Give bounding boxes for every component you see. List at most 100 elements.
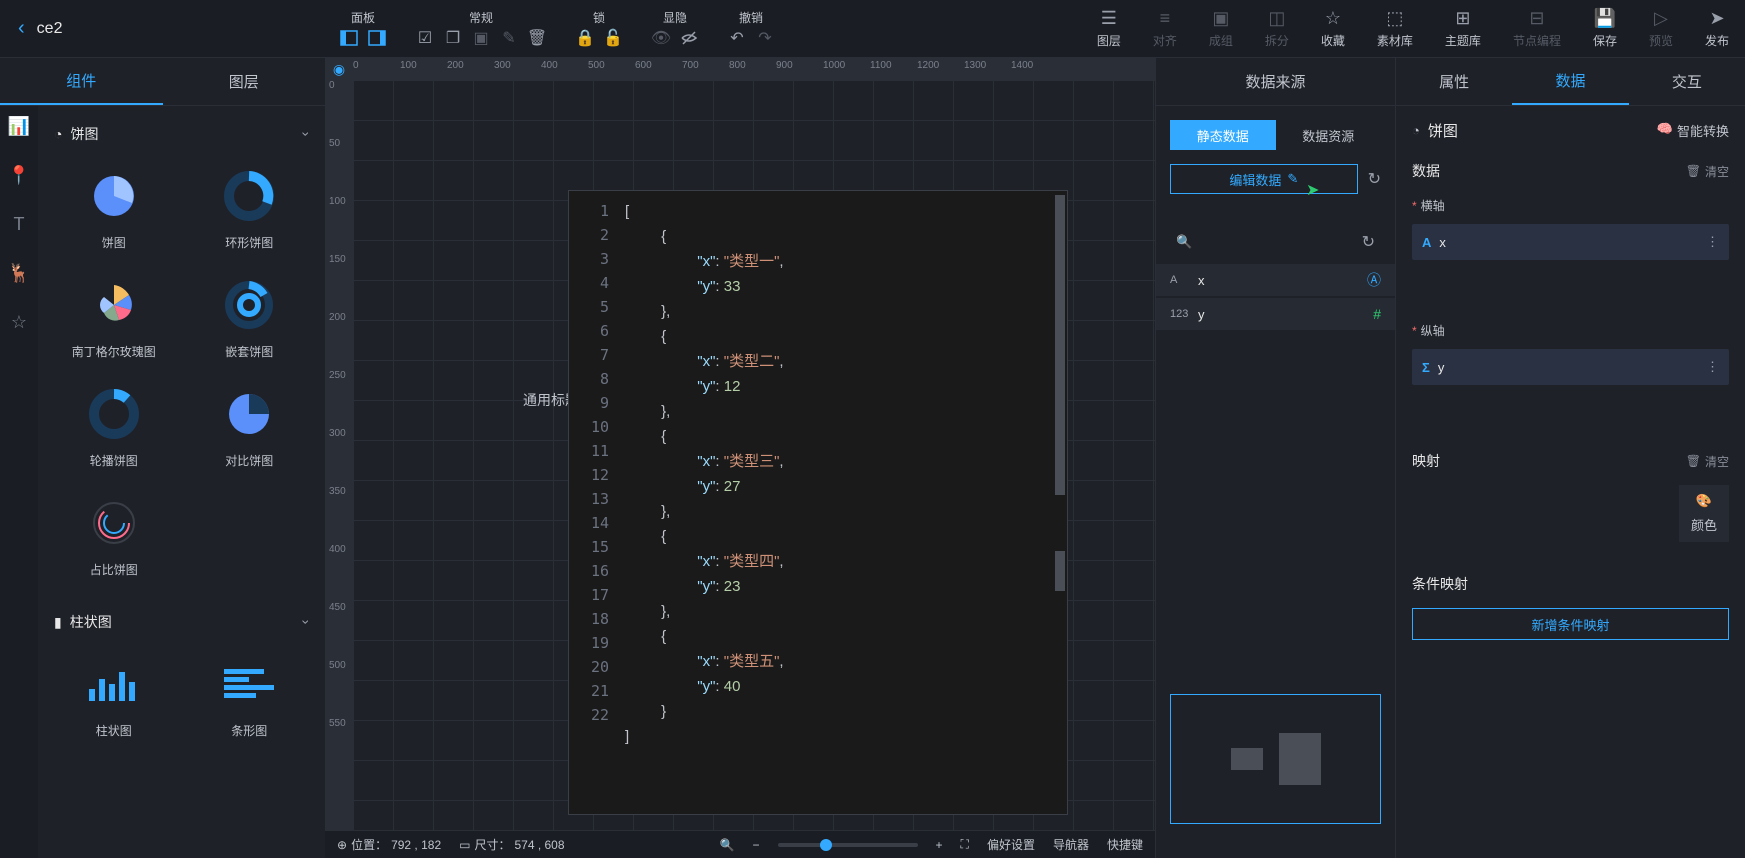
split-button[interactable]: ◫拆分 [1249,0,1305,57]
tab-data[interactable]: 数据 [1512,58,1628,105]
field-x[interactable]: A x Ⓐ [1156,264,1395,296]
save-button[interactable]: 💾保存 [1577,0,1633,57]
smart-convert-button[interactable]: 🧠智能转换 [1657,121,1729,140]
comp-bar[interactable]: 柱状图 [50,646,178,747]
pie-icon: ◔ [1412,123,1420,138]
pie-section-icon: ◔ [54,126,62,142]
unlock-icon[interactable]: 🔓 [603,28,623,48]
delete-icon[interactable]: 🗑 [527,28,547,48]
lock-icon[interactable]: 🔒 [575,28,595,48]
star-icon: ☆ [1323,8,1343,28]
ruler-horizontal: 0100200300400500600700800900100011001200… [353,58,1155,80]
check-icon[interactable]: ☑ [415,28,435,48]
group-icon: ▣ [1211,8,1231,28]
static-data-button[interactable]: 静态数据 [1170,120,1276,150]
comp-pie[interactable]: 饼图 [50,158,178,259]
panel-title: 饼图 [1428,120,1649,141]
comp-ratio[interactable]: 占比饼图 [50,485,178,586]
paste-icon[interactable]: ▣ [471,28,491,48]
zoom-slider[interactable] [778,843,918,847]
materials-button[interactable]: ⬚素材库 [1361,0,1429,57]
field-type-number-icon: 123 [1170,308,1190,320]
field-menu-icon[interactable]: ⋮ [1706,234,1719,250]
tab-attributes[interactable]: 属性 [1396,58,1512,105]
thumbnail-preview[interactable] [1170,694,1381,824]
zoom-minus[interactable]: − [753,838,760,852]
tab-components[interactable]: 组件 [0,58,163,105]
align-icon: ≡ [1155,8,1175,28]
section-bar-header[interactable]: ▮ 柱状图 › [46,606,317,638]
nav-map-icon[interactable]: 📍 [8,165,30,186]
layers-button[interactable]: ☰图层 [1081,0,1137,57]
preview-button[interactable]: ▷预览 [1633,0,1689,57]
add-cond-mapping-button[interactable]: 新增条件映射 [1412,608,1729,640]
size-readout: ▭尺寸：574 , 608 [459,836,564,853]
code-content[interactable]: [ { "x": "类型一", "y": 33 }, { "x": "类型二",… [617,191,1067,814]
node-button[interactable]: ⊟节点编程 [1497,0,1577,57]
field-type-string-icon: A [1170,274,1190,286]
string-type-icon: A [1422,235,1431,250]
scrollbar-thumb[interactable] [1055,195,1065,495]
vaxis-dropzone[interactable] [1412,389,1729,425]
mapping-label: 映射 [1412,451,1686,471]
clear-mapping-button[interactable]: 🗑清空 [1686,453,1729,470]
zoom-fit-icon[interactable]: ⛶ [961,837,969,852]
panel-right-icon[interactable] [367,28,387,48]
themes-button[interactable]: ⊞主题库 [1429,0,1497,57]
tab-interact[interactable]: 交互 [1629,58,1745,105]
group-button[interactable]: ▣成组 [1193,0,1249,57]
tab-layers[interactable]: 图层 [163,58,326,105]
comp-strip[interactable]: 条形图 [186,646,314,747]
data-resource-button[interactable]: 数据资源 [1276,120,1382,150]
haxis-dropzone[interactable] [1412,264,1729,300]
nav-deer-icon[interactable]: 🦌 [8,263,30,284]
palette-icon: 🎨 [1696,493,1712,509]
nav-chart-icon[interactable]: 📊 [8,116,30,137]
clear-data-button[interactable]: 🗑清空 [1686,163,1729,180]
shortcut-button[interactable]: 快捷键 [1107,836,1143,853]
publish-button[interactable]: ➤发布 [1689,0,1745,57]
scrollbar-thumb-2[interactable] [1055,551,1065,591]
nav-text-icon[interactable]: T [14,214,25,235]
field-y[interactable]: 123 y # [1156,298,1395,330]
color-mapping-button[interactable]: 🎨 颜色 [1679,485,1729,542]
vaxis-label: *纵轴 [1396,312,1745,345]
copy-icon[interactable]: ❐ [443,28,463,48]
comp-nested[interactable]: 嵌套饼图 [186,267,314,368]
code-gutter: 12345678910111213141516171819202122 [569,191,617,814]
search-icon[interactable]: 🔍 [1176,234,1192,250]
field-menu-icon[interactable]: ⋮ [1706,359,1719,375]
vaxis-field[interactable]: Σ y ⋮ [1412,349,1729,385]
comp-donut[interactable]: 环形饼图 [186,158,314,259]
comp-carousel[interactable]: 轮播饼图 [50,376,178,477]
pref-button[interactable]: 偏好设置 [987,836,1035,853]
node-icon: ⊟ [1527,8,1547,28]
align-button[interactable]: ≡对齐 [1137,0,1193,57]
haxis-field[interactable]: A x ⋮ [1412,224,1729,260]
nav-star-icon[interactable]: ☆ [11,312,27,333]
brush-icon[interactable]: ✎ [499,28,519,48]
back-arrow-icon[interactable]: ‹ [18,17,25,40]
redo-icon[interactable]: ↷ [755,28,775,48]
refresh-fields-icon[interactable]: ↻ [1362,232,1375,252]
zoom-plus[interactable]: + [936,838,943,852]
panel-left-icon[interactable] [339,28,359,48]
cond-mapping-label: 条件映射 [1412,574,1729,594]
undo-icon[interactable]: ↶ [727,28,747,48]
trash-icon: 🗑 [1686,454,1701,468]
comp-rose[interactable]: 南丁格尔玫瑰图 [50,267,178,368]
comp-compare[interactable]: 对比饼图 [186,376,314,477]
favorite-button[interactable]: ☆收藏 [1305,0,1361,57]
nav-button[interactable]: 导航器 [1053,836,1089,853]
hide-icon[interactable] [679,28,699,48]
field-badge-a-icon: Ⓐ [1367,270,1381,290]
show-icon[interactable]: 👁 [651,28,671,48]
canvas-eye-toggle[interactable]: ◉ [325,58,353,80]
code-editor[interactable]: 12345678910111213141516171819202122 [ { … [568,190,1068,815]
theme-icon: ⊞ [1453,8,1473,28]
panel-group-label: 面板 [351,9,375,26]
zoom-out-icon[interactable]: 🔍 [720,838,735,852]
section-pie-header[interactable]: ◔ 饼图 › [46,118,317,150]
canvas-grid[interactable]: 通用标题 12345678910111213141516171819202122… [353,80,1155,830]
chevron-down-icon: › [299,132,315,137]
